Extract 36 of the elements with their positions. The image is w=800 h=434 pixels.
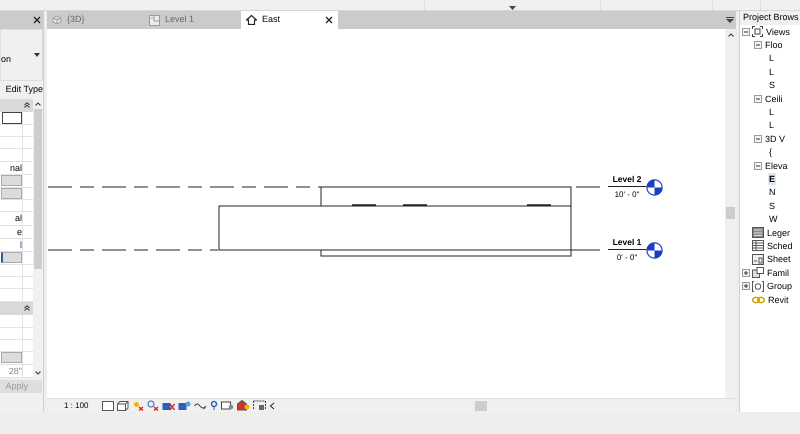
- type-selector[interactable]: on: [0, 29, 43, 81]
- view-tab[interactable]: East: [241, 11, 338, 29]
- tree-item[interactable]: Ceili: [764, 92, 784, 105]
- tree-item[interactable]: Floo: [764, 39, 784, 52]
- tree-item[interactable]: W: [768, 213, 778, 226]
- property-value: e: [16, 226, 22, 238]
- tree-item[interactable]: Leger: [766, 226, 792, 239]
- tree-item[interactable]: L: [768, 52, 776, 64]
- tree-item[interactable]: Group: [766, 280, 794, 292]
- tree-item[interactable]: Views: [765, 26, 791, 38]
- tree-item[interactable]: Famil: [766, 266, 790, 279]
- level-elevation: 10' - 0": [614, 190, 640, 200]
- tree-item[interactable]: L: [768, 119, 776, 132]
- edit-type-button[interactable]: Edit Type: [6, 83, 43, 97]
- tree-item[interactable]: Sched: [766, 240, 794, 252]
- tree-item[interactable]: S: [768, 200, 776, 212]
- tree-item[interactable]: E: [768, 172, 776, 185]
- drawing-canvas[interactable]: Level 2 10' - 0" Level 1 0' - 0": [47, 29, 725, 398]
- tree-item[interactable]: S: [768, 79, 776, 92]
- tree-item[interactable]: L: [768, 66, 776, 78]
- tree-item[interactable]: L: [768, 106, 776, 118]
- tree-item[interactable]: Revit: [767, 294, 790, 306]
- panel-title: Project Brows: [743, 11, 799, 24]
- tree-item[interactable]: Sheet: [766, 253, 792, 266]
- tree-item[interactable]: 3D V: [764, 132, 786, 145]
- tree-item[interactable]: {: [768, 146, 774, 158]
- property-value: 28": [8, 364, 22, 378]
- property-value: nal: [10, 162, 22, 174]
- tree-item[interactable]: N: [768, 186, 776, 198]
- tree-item[interactable]: Eleva: [764, 160, 789, 172]
- level-name: Level 1: [612, 237, 642, 247]
- view-scale[interactable]: 1 : 100: [64, 400, 88, 412]
- level-elevation: 0' - 0": [616, 253, 638, 263]
- property-value: al: [14, 212, 22, 225]
- property-value: l: [20, 238, 22, 252]
- level-name: Level 2: [612, 174, 642, 184]
